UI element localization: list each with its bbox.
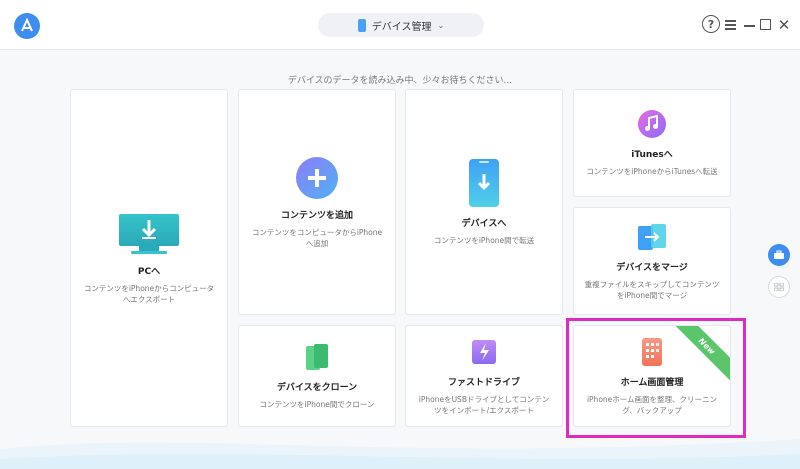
help-button[interactable]: ?: [702, 15, 720, 33]
card-to-device[interactable]: デバイスへ コンテンツをiPhone間で転送: [405, 89, 563, 315]
card-home-screen[interactable]: New ホーム画面管理 iPhoneホーム画面を整理、クリーニング、バックアップ: [573, 325, 731, 427]
minimize-button[interactable]: [743, 14, 757, 36]
card-description: iPhoneをUSBドライブとしてコンテンツをインポート/エクスポート: [418, 394, 550, 415]
phones-merge-icon: [636, 222, 668, 252]
card-to-itunes[interactable]: iTunesへ コンテンツをiPhoneからiTunesへ転送: [573, 89, 731, 197]
grid-view-button[interactable]: [768, 276, 790, 298]
card-title: デバイスへ: [461, 219, 507, 229]
usb-drive-icon: [469, 337, 499, 367]
device-selector[interactable]: デバイス管理 ⌄: [318, 13, 484, 37]
grid-icon: [774, 283, 784, 291]
home-screen-icon: [640, 337, 664, 367]
card-clone-device[interactable]: デバイスをクローン コンテンツをiPhone間でクローン: [238, 325, 396, 427]
menu-button[interactable]: [725, 14, 739, 36]
title-bar: デバイス管理 ⌄ ? ✕: [0, 0, 800, 50]
phone-download-icon: [468, 158, 500, 208]
monitor-download-icon: [117, 212, 181, 256]
card-description: コンテンツをコンピュータからiPhoneへ追加: [251, 227, 383, 248]
iphone-icon: [357, 18, 366, 32]
maximize-button[interactable]: [760, 19, 771, 30]
chevron-down-icon: ⌄: [437, 20, 445, 30]
music-note-icon: [637, 109, 667, 139]
loading-status: デバイスのデータを読み込み中、少々お待ちください...: [287, 76, 513, 86]
device-name: デバイス管理: [371, 21, 432, 33]
card-title: ホーム画面管理: [620, 377, 684, 388]
card-description: コンテンツをiPhoneからコンピュータへエクスポート: [83, 283, 215, 304]
card-merge-device[interactable]: デバイスをマージ 重複ファイルをスキップしてコンテンツをiPhone間でマージ: [573, 207, 731, 315]
card-to-pc[interactable]: PCへ コンテンツをiPhoneからコンピュータへエクスポート: [70, 89, 228, 427]
toolbox-button[interactable]: [768, 244, 790, 266]
card-add-content[interactable]: コンテンツを追加 コンテンツをコンピュータからiPhoneへ追加: [238, 89, 396, 315]
card-description: コンテンツをiPhone間でクローン: [259, 400, 375, 409]
toolbox-icon: [774, 250, 784, 259]
plus-circle-icon: [295, 156, 339, 200]
card-description: コンテンツをiPhone間で転送: [433, 236, 535, 245]
card-description: iPhoneホーム画面を整理、クリーニング、バックアップ: [586, 394, 718, 415]
card-title: コンテンツを追加: [280, 210, 353, 221]
phones-clone-icon: [304, 342, 330, 372]
app-logo-icon: [14, 13, 40, 39]
close-button[interactable]: ✕: [776, 14, 792, 36]
card-title: デバイスをクローン: [276, 383, 358, 393]
card-fast-drive[interactable]: ファストドライブ iPhoneをUSBドライブとしてコンテンツをインポート/エク…: [405, 325, 563, 427]
card-title: ファストドライブ: [447, 377, 520, 388]
card-title: iTunesへ: [631, 150, 673, 160]
card-description: 重複ファイルをスキップしてコンテンツをiPhone間でマージ: [584, 279, 720, 300]
card-description: コンテンツをiPhoneからiTunesへ転送: [586, 167, 718, 176]
card-title: デバイスをマージ: [616, 262, 688, 273]
card-title: PCへ: [137, 266, 161, 277]
